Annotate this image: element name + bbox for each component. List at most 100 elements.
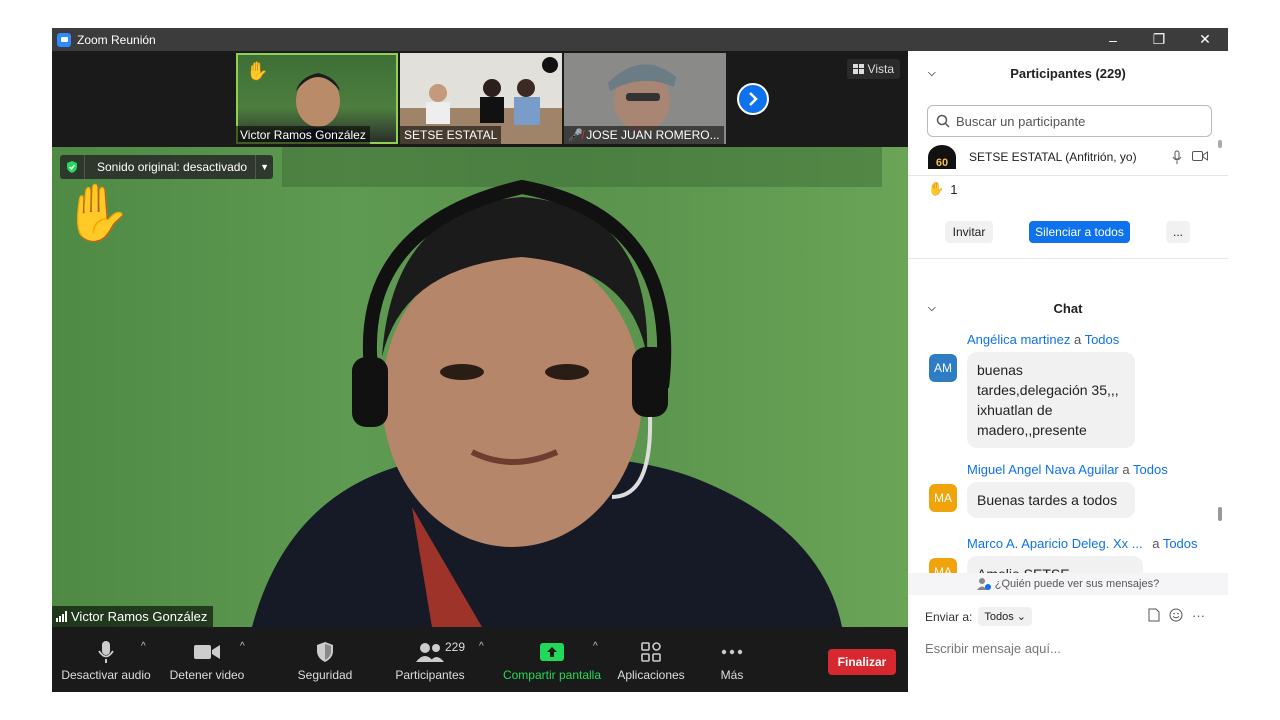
- search-icon: [936, 114, 950, 128]
- message-sender[interactable]: Miguel Angel Nava Aguilar: [967, 462, 1119, 477]
- participants-count: 229: [445, 640, 466, 654]
- apps-button[interactable]: Aplicaciones: [614, 627, 688, 692]
- send-to-label: Enviar a:: [925, 609, 973, 624]
- chat-message-input[interactable]: Escribir mensaje aquí...: [925, 641, 1061, 656]
- thumbnail-strip: ✋ Victor Ramos González SETSE ESTATAL 🎤̸…: [52, 51, 908, 147]
- minimize-button[interactable]: –: [1090, 28, 1136, 51]
- invite-button[interactable]: Invitar: [945, 221, 993, 243]
- participants-header: ⌵ Participantes (229): [908, 51, 1228, 95]
- audio-options-caret-icon[interactable]: ^: [141, 641, 146, 652]
- shield-check-icon: [60, 155, 84, 179]
- send-to: Enviar a: Todos ⌄: [925, 607, 1032, 626]
- view-button-label: Vista: [867, 62, 894, 76]
- muted-mic-icon: 🎤̸: [568, 128, 583, 142]
- participants-label: Participantes: [395, 667, 465, 682]
- who-can-see-messages[interactable]: ¿Quién puede ver sus mensajes?: [908, 573, 1228, 595]
- chat-messages: Angélica martinez a Todos AM buenas tard…: [908, 330, 1228, 573]
- side-panel: ⌵ Participantes (229) Buscar un particip…: [908, 51, 1228, 692]
- chat-scrollbar[interactable]: [1218, 335, 1222, 573]
- chevron-right-icon: [749, 92, 758, 106]
- thumbnail-name: 🎤̸ JOSE JUAN ROMERO...: [564, 126, 724, 144]
- chat-header: ⌵ Chat: [908, 286, 1228, 330]
- emoji-icon[interactable]: [1169, 608, 1183, 622]
- share-options-caret-icon[interactable]: ^: [593, 641, 598, 652]
- original-sound-label: Sonido original: desactivado: [84, 155, 255, 179]
- participant-row-self[interactable]: 60 SETSE ESTATAL (Anfitrión, yo): [928, 145, 1208, 169]
- caret-down-icon[interactable]: ▼: [255, 155, 273, 179]
- avatar: AM: [929, 354, 957, 382]
- more-button[interactable]: Más: [712, 627, 752, 692]
- zoom-app-icon: [57, 32, 71, 47]
- security-button[interactable]: Seguridad: [290, 627, 360, 692]
- thumbnail-setse[interactable]: SETSE ESTATAL: [400, 53, 562, 144]
- chat-tools: ···: [1148, 608, 1205, 623]
- message-sender[interactable]: Marco A. Aparicio Deleg. Xx ...: [967, 536, 1143, 551]
- avatar: MA: [929, 558, 957, 573]
- message-sender[interactable]: Angélica martinez: [967, 332, 1070, 347]
- who-can-see-label: ¿Quién puede ver sus mensajes?: [994, 578, 1160, 590]
- avatar: MA: [929, 484, 957, 512]
- title-bar: Zoom Reunión – ❐ ✕: [52, 28, 1228, 51]
- message-text: buenas tardes,delegación 35,,, ixhuatlan…: [967, 352, 1135, 448]
- thumbnail-name: Victor Ramos González: [236, 126, 370, 144]
- next-page-button[interactable]: [737, 83, 769, 115]
- message-audience: Todos: [1084, 332, 1120, 347]
- video-camera-icon[interactable]: [1192, 150, 1208, 162]
- chat-title: Chat: [1053, 300, 1083, 316]
- more-dots-icon: [721, 638, 743, 666]
- security-label: Seguridad: [297, 667, 353, 682]
- file-icon[interactable]: [1148, 608, 1160, 622]
- thumbnail-jose[interactable]: 🎤̸ JOSE JUAN ROMERO...: [564, 53, 726, 144]
- share-screen-label: Compartir pantalla: [502, 667, 602, 682]
- close-button[interactable]: ✕: [1182, 28, 1228, 51]
- share-screen-icon: [540, 638, 564, 666]
- more-label: Más: [720, 667, 744, 682]
- avatar: 60: [928, 145, 956, 169]
- share-screen-button[interactable]: Compartir pantalla: [500, 627, 604, 692]
- speaker-video-image: [252, 147, 882, 627]
- stop-video-label: Detener video: [169, 667, 245, 682]
- person-lock-icon: [976, 578, 991, 590]
- window-title: Zoom Reunión: [77, 32, 156, 47]
- participants-icon: [416, 638, 444, 666]
- grid-view-icon: [852, 64, 864, 74]
- thumbnail-name: SETSE ESTATAL: [400, 126, 502, 144]
- participants-button[interactable]: Participantes: [392, 627, 468, 692]
- original-sound-toggle[interactable]: Sonido original: desactivado ▼: [60, 155, 274, 179]
- raised-hands-count: ✋ 1: [928, 181, 957, 197]
- chevron-down-icon[interactable]: ⌵: [928, 303, 936, 314]
- chevron-down-icon[interactable]: ⌵: [928, 68, 936, 79]
- participants-title: Participantes (229): [1010, 65, 1126, 81]
- message-text: Buenas tardes a todos: [967, 482, 1135, 518]
- more-dots-icon[interactable]: ···: [1192, 608, 1205, 623]
- divider: [908, 258, 1228, 259]
- mute-all-button[interactable]: Silenciar a todos: [1029, 221, 1130, 243]
- send-to-select[interactable]: Todos ⌄: [978, 607, 1032, 626]
- video-options-caret-icon[interactable]: ^: [240, 641, 245, 652]
- stop-video-button[interactable]: Detener video: [166, 627, 248, 692]
- divider: [908, 175, 1228, 176]
- message-text: Amelie SETSE: [967, 556, 1143, 573]
- message-audience: Todos: [1133, 462, 1168, 477]
- mute-audio-label: Desactivar audio: [61, 667, 151, 682]
- participant-name: SETSE ESTATAL (Anfitrión, yo): [969, 150, 1137, 164]
- apps-icon: [641, 638, 661, 666]
- participants-caret-icon[interactable]: ^: [479, 641, 484, 652]
- chevron-down-icon: ⌄: [1016, 611, 1026, 623]
- meeting-toolbar: Desactivar audio ^ Detener video ^ Segur…: [52, 627, 908, 692]
- view-button[interactable]: Vista: [846, 59, 900, 79]
- more-options-button[interactable]: ...: [1166, 221, 1190, 243]
- speaker-name: Victor Ramos González: [71, 609, 208, 624]
- main-video: Sonido original: desactivado ▼ ✋ Victor …: [52, 147, 908, 627]
- participants-scrollbar[interactable]: [1218, 140, 1222, 170]
- restore-button[interactable]: ❐: [1136, 28, 1182, 51]
- thumbnail-victor[interactable]: ✋ Victor Ramos González: [236, 53, 398, 144]
- end-meeting-button[interactable]: Finalizar: [828, 649, 896, 675]
- mute-audio-button[interactable]: Desactivar audio: [61, 627, 151, 692]
- microphone-icon: [98, 638, 114, 666]
- microphone-icon[interactable]: [1172, 150, 1182, 164]
- participant-search-input[interactable]: Buscar un participante: [927, 105, 1212, 137]
- raised-hand-icon: ✋: [928, 181, 945, 196]
- apps-label: Aplicaciones: [617, 667, 685, 682]
- search-placeholder: Buscar un participante: [956, 113, 1086, 129]
